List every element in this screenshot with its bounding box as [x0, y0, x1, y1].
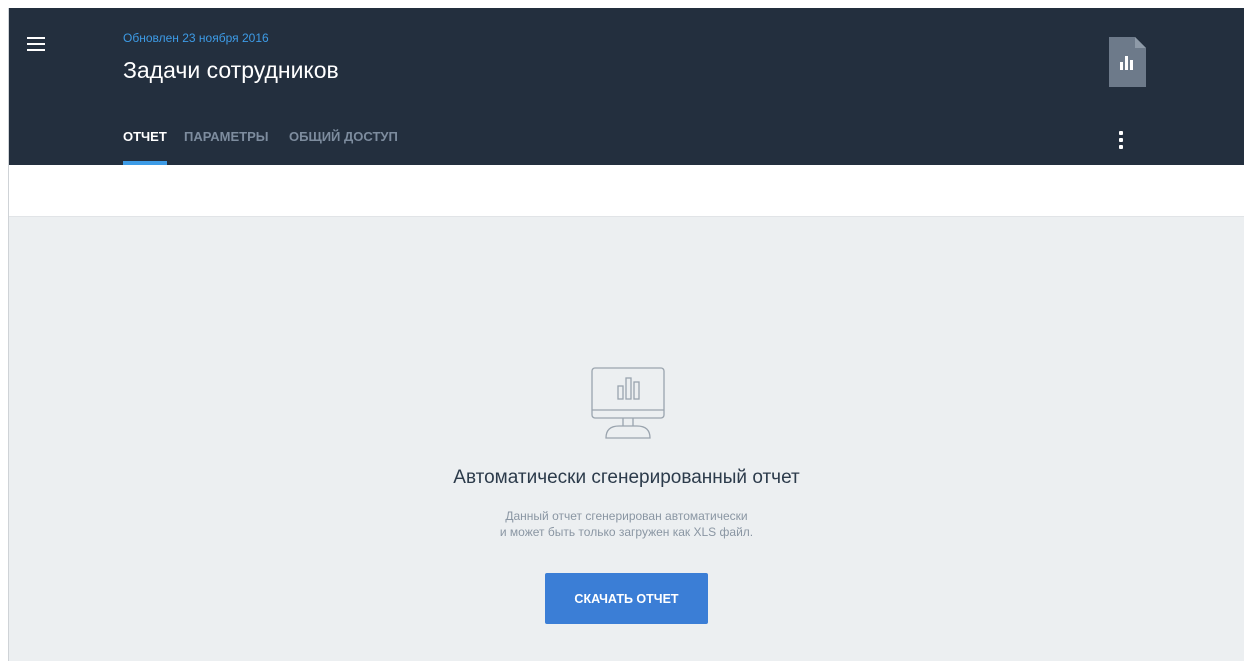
hamburger-menu-icon[interactable]: [25, 34, 47, 54]
empty-state-description: Данный отчет сгенерирован автоматически …: [9, 508, 1244, 540]
report-content: Автоматически сгенерированный отчет Данн…: [9, 217, 1244, 661]
download-report-button[interactable]: СКАЧАТЬ ОТЧЕТ: [545, 573, 708, 624]
empty-state-title: Автоматически сгенерированный отчет: [453, 467, 800, 488]
more-vertical-icon[interactable]: [1115, 130, 1127, 150]
empty-state-desc-line2: и может быть только загружен как XLS фай…: [499, 525, 754, 539]
toolbar-strip: [9, 165, 1244, 217]
report-header: Обновлен 23 ноября 2016 Задачи сотрудник…: [9, 8, 1244, 165]
tab-sharing[interactable]: ОБЩИЙ ДОСТУП: [289, 129, 398, 144]
tab-report-label: ОТЧЕТ: [123, 129, 167, 144]
tab-report[interactable]: ОТЧЕТ: [123, 129, 167, 144]
tab-parameters-label: ПАРАМЕТРЫ: [184, 129, 269, 144]
empty-state-desc-line1: Данный отчет сгенерирован автоматически: [505, 509, 748, 523]
page-title: Задачи сотрудников: [123, 57, 339, 83]
tab-parameters[interactable]: ПАРАМЕТРЫ: [184, 129, 269, 144]
report-file-icon[interactable]: [1109, 37, 1146, 87]
updated-date: Обновлен 23 ноября 2016: [123, 31, 269, 45]
tab-sharing-label: ОБЩИЙ ДОСТУП: [289, 129, 398, 144]
monitor-chart-icon: [584, 367, 668, 447]
app-window: Обновлен 23 ноября 2016 Задачи сотрудник…: [8, 8, 1244, 661]
